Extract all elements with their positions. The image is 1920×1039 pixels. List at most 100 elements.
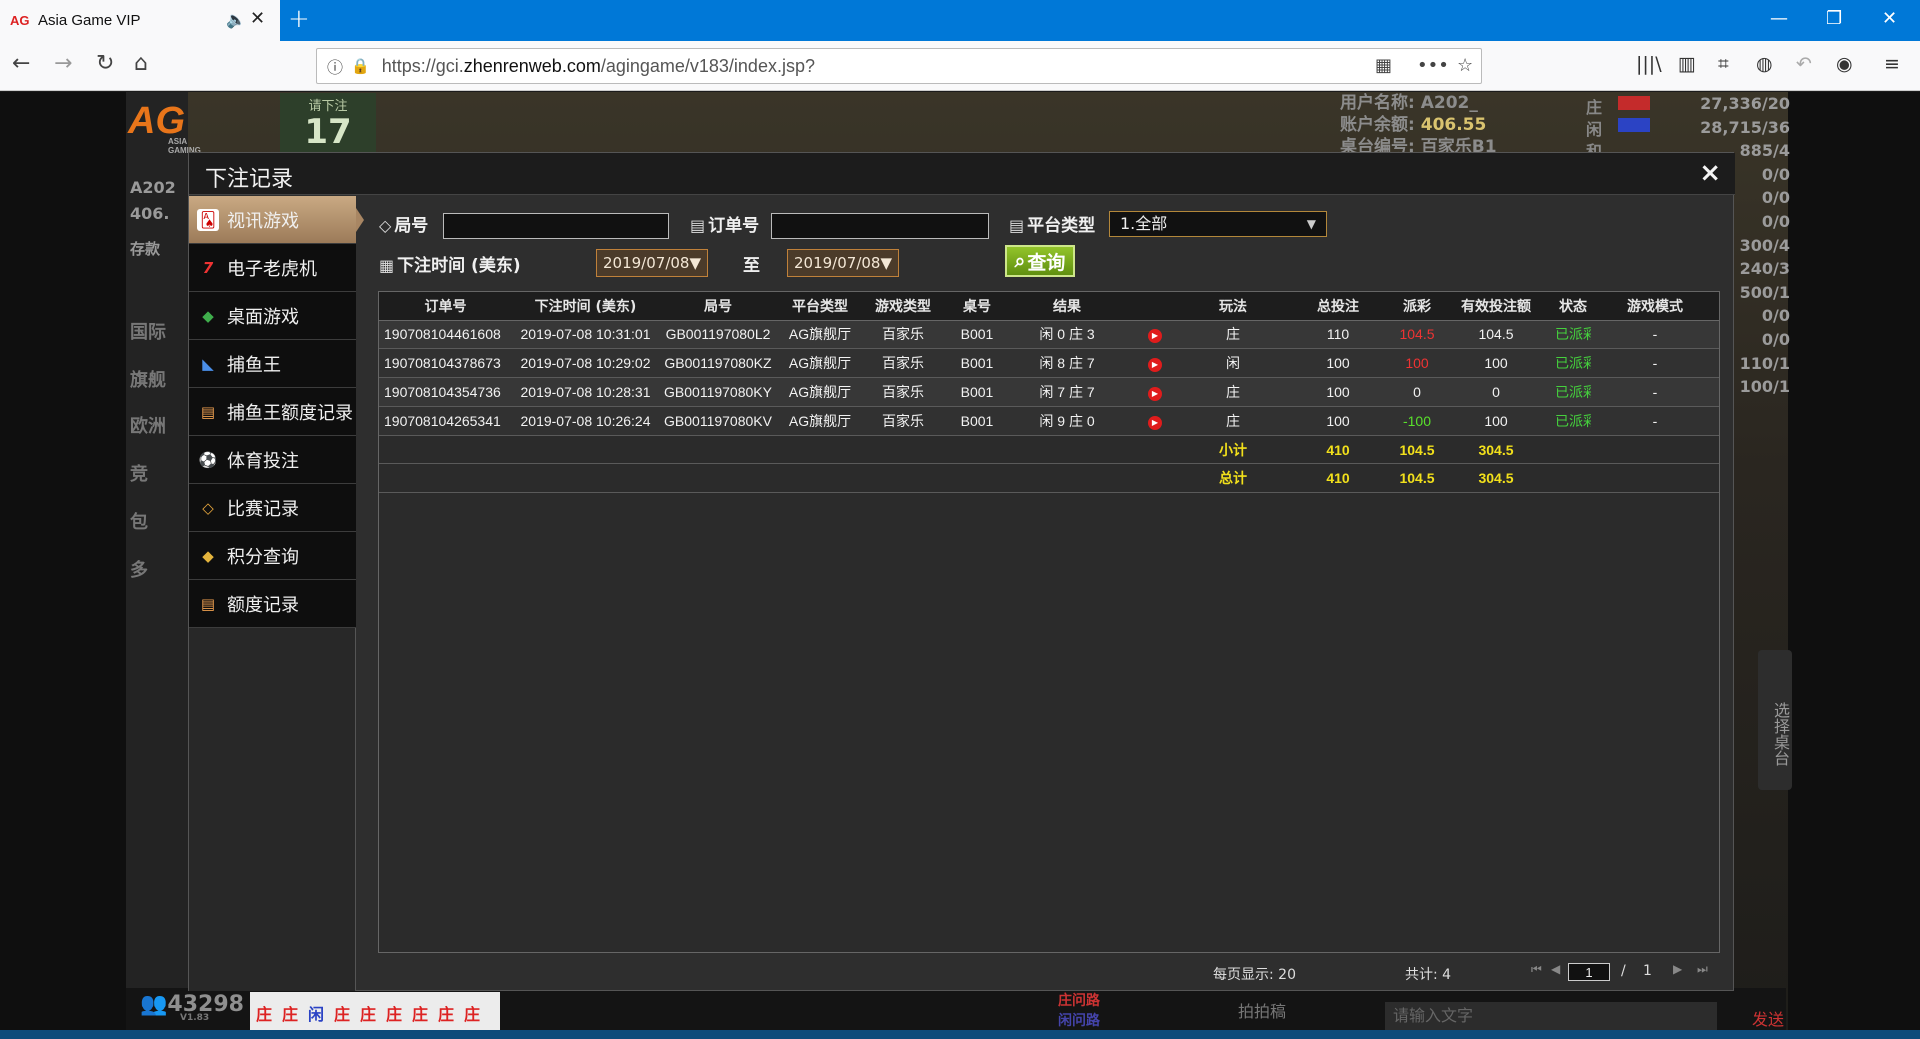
prev-page-icon[interactable]: ◀ <box>1551 962 1560 976</box>
col-header: 游戏类型 <box>863 292 943 321</box>
col-header: 结果 <box>1011 292 1123 321</box>
slot-machine-icon: 7 <box>202 258 214 277</box>
menu-icon[interactable]: ≡ <box>1884 53 1900 75</box>
ticket-icon: ◇ <box>202 498 214 517</box>
sidebar-item-slot-machine[interactable]: 7 电子老虎机 <box>189 244 356 292</box>
sidebar-icon[interactable]: ▥ <box>1678 53 1696 75</box>
play-replay-icon[interactable]: ▶ <box>1148 415 1162 430</box>
left-username: A202 <box>130 178 176 197</box>
chat-send-button[interactable]: 发送 <box>1752 1006 1784 1030</box>
home-icon[interactable]: ⌂ <box>134 51 148 76</box>
last-page-icon[interactable]: ⏭ <box>1697 962 1708 977</box>
per-page-label: 每页显示: 20 <box>1213 967 1296 983</box>
player-road-query[interactable]: 闲问路 <box>1058 1010 1100 1030</box>
left-menu-item[interactable]: 多 <box>130 556 148 582</box>
back-arrow-icon[interactable]: ← <box>12 51 30 76</box>
left-menu-item[interactable]: 竞 <box>130 460 148 486</box>
platform-label: ▤ 平台类型 <box>1009 216 1096 236</box>
sidebar-item-points-query[interactable]: ◆ 积分查询 <box>189 532 356 580</box>
speaker-icon[interactable]: 🔈 <box>226 10 246 29</box>
table-row: 190708104378673 2019-07-08 10:29:02 GB00… <box>379 348 1719 379</box>
bet-countdown: 请下注 17 <box>280 93 376 153</box>
player-color-swatch <box>1618 118 1650 132</box>
date-to-select[interactable]: 2019/07/08▼ <box>787 249 899 277</box>
bet-time-label: ▦ 下注时间 (美东) <box>379 256 521 276</box>
diamond-icon: ◆ <box>202 546 214 565</box>
qr-code-icon[interactable]: ▦ <box>1375 55 1392 76</box>
url-bar[interactable]: ⓘ 🔒 https://gci.zhenrenweb.com/agingame/… <box>316 48 1482 84</box>
pai-pai-label[interactable]: 拍拍稿 <box>1238 998 1286 1022</box>
modal-close-button[interactable]: × <box>1699 158 1721 188</box>
sidebar-item-table-games[interactable]: ◆ 桌面游戏 <box>189 292 356 340</box>
sidebar-item-live-games[interactable]: 🂡 视讯游戏 <box>189 196 364 244</box>
first-page-icon[interactable]: ⏮ <box>1531 962 1542 977</box>
chat-icon[interactable]: ◍ <box>1756 53 1773 75</box>
query-button[interactable]: ⌕ 查询 <box>1005 245 1075 277</box>
sidebar-item-fishing-credit[interactable]: ▤ 捕鱼王额度记录 <box>189 388 356 436</box>
page-number-input[interactable] <box>1568 963 1610 981</box>
col-header <box>1123 292 1187 321</box>
undo-icon[interactable]: ↶ <box>1796 53 1812 75</box>
modal-title: 下注记录 <box>205 167 294 192</box>
browser-navbar: ← → ↻ ⌂ ⓘ 🔒 https://gci.zhenrenweb.com/a… <box>0 41 1920 91</box>
left-balance: 406. <box>130 204 170 223</box>
info-icon[interactable]: ⓘ <box>327 54 343 78</box>
reload-icon[interactable]: ↻ <box>96 51 114 76</box>
order-input[interactable] <box>771 213 989 239</box>
bet-record-modal: 下注记录 × 🂡 视讯游戏 7 电子老虎机 ◆ 桌面游戏 ◣ 捕鱼王 ▤ 捕鱼王… <box>188 152 1735 991</box>
left-menu-item[interactable]: 国际 <box>130 318 166 344</box>
col-header: 派彩 <box>1397 292 1437 321</box>
tab-close-icon[interactable]: ✕ <box>250 8 265 29</box>
to-label: 至 <box>743 256 760 276</box>
bottom-score: 👥43298 V1.83 <box>140 992 244 1023</box>
restore-icon[interactable]: ❐ <box>1826 8 1842 29</box>
minimize-icon[interactable]: — <box>1770 8 1788 29</box>
round-input[interactable] <box>443 213 669 239</box>
sidebar-item-match-records[interactable]: ◇ 比赛记录 <box>189 484 356 532</box>
sidebar-item-credit-records[interactable]: ▤ 额度记录 <box>189 580 356 628</box>
cards-icon: 🂡 <box>197 208 219 231</box>
account-icon[interactable]: ◉ <box>1836 53 1853 75</box>
col-header: 订单号 <box>379 292 512 321</box>
col-header: 有效投注额 <box>1437 292 1555 321</box>
select-table-tab[interactable]: 选择桌台 <box>1758 650 1792 790</box>
play-replay-icon[interactable]: ▶ <box>1148 329 1162 344</box>
banker-color-swatch <box>1618 96 1650 110</box>
platform-select[interactable]: 1.全部 ▼ <box>1109 211 1327 237</box>
play-replay-icon[interactable]: ▶ <box>1148 386 1162 401</box>
page-separator: / <box>1621 963 1626 979</box>
banker-road-query[interactable]: 庄问路 <box>1058 990 1100 1010</box>
sidebar-item-fishing-king[interactable]: ◣ 捕鱼王 <box>189 340 356 388</box>
left-menu-item[interactable]: 旗舰 <box>130 366 166 392</box>
date-from-select[interactable]: 2019/07/08▼ <box>596 249 708 277</box>
record-sidebar: 🂡 视讯游戏 7 电子老虎机 ◆ 桌面游戏 ◣ 捕鱼王 ▤ 捕鱼王额度记录 ⚽ … <box>189 196 364 991</box>
left-deposit[interactable]: 存款 <box>130 238 160 259</box>
more-icon[interactable]: ••• <box>1417 55 1449 76</box>
table-row: 190708104354736 2019-07-08 10:28:31 GB00… <box>379 377 1719 407</box>
col-header: 平台类型 <box>777 292 863 321</box>
window-close-icon[interactable]: ✕ <box>1882 8 1897 29</box>
modal-header: 下注记录 × <box>189 153 1735 195</box>
library-icon[interactable]: |||\ <box>1636 53 1662 75</box>
left-menu-item[interactable]: 包 <box>130 508 148 534</box>
lock-icon: 🔒 <box>351 57 370 75</box>
sidebar-item-sports[interactable]: ⚽ 体育投注 <box>189 436 356 484</box>
url-text[interactable]: https://gci.zhenrenweb.com/agingame/v183… <box>382 56 815 77</box>
calendar-icon: ▦ <box>379 256 395 275</box>
browser-titlebar: AG Asia Game VIP 🔈 ✕ + — ❐ ✕ <box>0 0 1920 41</box>
forward-arrow-icon[interactable]: → <box>54 51 72 76</box>
grand-total-row: 总计 410 104.5 304.5 <box>379 463 1719 494</box>
page-count: 1 <box>1643 963 1652 979</box>
left-menu-item[interactable]: 欧洲 <box>130 412 166 438</box>
browser-tab[interactable]: AG Asia Game VIP 🔈 ✕ <box>0 0 280 41</box>
col-header: 玩法 <box>1187 292 1279 321</box>
ag-logo: AG ASIA GAMING <box>128 100 201 155</box>
chevron-down-icon: ▼ <box>1306 217 1316 231</box>
chat-input[interactable]: 请输入文字 <box>1385 1002 1717 1030</box>
next-page-icon[interactable]: ▶ <box>1673 962 1682 976</box>
table-row: 190708104461608 2019-07-08 10:31:01 GB00… <box>379 320 1719 350</box>
screenshot-icon[interactable]: ⌗ <box>1718 53 1729 75</box>
play-replay-icon[interactable]: ▶ <box>1148 358 1162 373</box>
new-tab-button[interactable]: + <box>288 4 310 34</box>
bookmark-star-icon[interactable]: ☆ <box>1457 55 1473 76</box>
